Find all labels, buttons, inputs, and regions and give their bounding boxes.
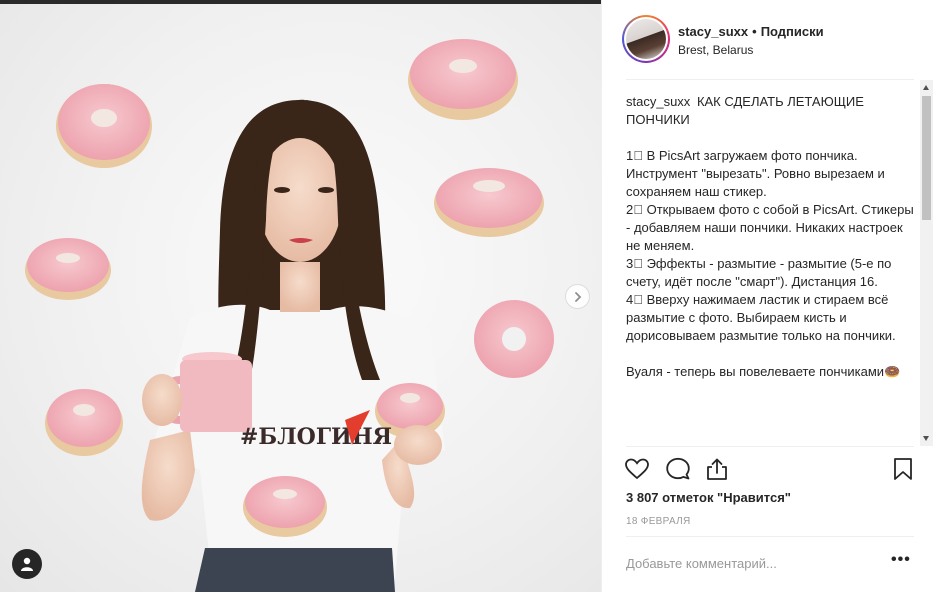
caption-body: 1⃣ В PicsArt загружаем фото пончика. Инс…	[626, 148, 914, 379]
donut	[25, 238, 111, 300]
likes-count[interactable]: 3 807 отметок "Нравится"	[626, 490, 791, 505]
donut	[408, 39, 518, 120]
username-link[interactable]: stacy_suxx	[678, 24, 748, 39]
comment-icon[interactable]	[665, 456, 691, 482]
caption-username[interactable]: stacy_suxx	[626, 94, 690, 109]
scroll-up-arrow[interactable]	[923, 85, 929, 90]
post-panel: stacy_suxx • Подписки Brest, Belarus stacy…	[601, 0, 936, 592]
scroll-down-arrow[interactable]	[923, 436, 929, 441]
divider	[626, 446, 914, 447]
post-date[interactable]: 18 ФЕВРАЛЯ	[626, 516, 691, 527]
photo-scene: #БЛОГИНЯ	[25, 39, 554, 592]
caption: stacy_suxx КАК СДЕЛАТЬ ЛЕТАЮЩИЕ ПОНЧИКИ …	[626, 80, 914, 446]
shirt-text: #БЛОГИНЯ	[240, 424, 392, 450]
avatar[interactable]	[622, 15, 670, 63]
separator: •	[752, 24, 757, 39]
share-icon[interactable]	[704, 456, 730, 482]
post-modal: #БЛОГИНЯ stacy_suxx • Подписки Brest, Bela…	[0, 0, 936, 592]
donut	[434, 168, 544, 237]
user-tag-button[interactable]	[12, 549, 42, 579]
bookmark-icon[interactable]	[890, 456, 916, 482]
chevron-right-icon	[574, 291, 581, 302]
more-icon[interactable]: •••	[891, 552, 913, 573]
comment-input[interactable]	[626, 553, 876, 573]
next-photo-button[interactable]	[565, 284, 590, 309]
follow-button[interactable]: Подписки	[761, 24, 824, 39]
avatar-image	[626, 19, 666, 59]
donut	[243, 476, 327, 537]
location-link[interactable]: Brest, Belarus	[678, 43, 753, 57]
heart-icon[interactable]	[624, 456, 650, 482]
header-username-row: stacy_suxx • Подписки	[678, 24, 824, 39]
donut	[56, 84, 152, 168]
action-bar	[602, 452, 936, 488]
divider	[626, 536, 914, 537]
post-photo[interactable]: #БЛОГИНЯ	[0, 0, 601, 592]
user-tag-icon	[21, 557, 33, 571]
donut	[45, 389, 123, 456]
donut	[474, 300, 554, 378]
caption-scrollbar[interactable]	[920, 80, 933, 446]
post-header: stacy_suxx • Подписки Brest, Belarus	[602, 0, 936, 80]
scroll-thumb[interactable]	[922, 96, 931, 220]
